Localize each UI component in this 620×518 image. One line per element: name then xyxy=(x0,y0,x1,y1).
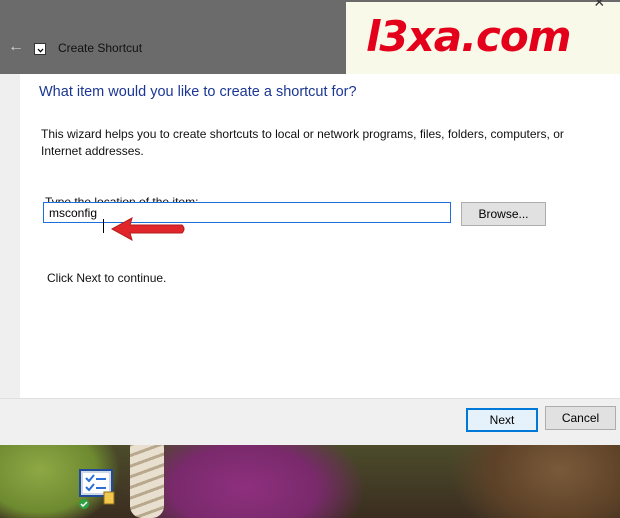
wizard-heading: What item would you like to create a sho… xyxy=(39,84,357,100)
location-input[interactable] xyxy=(43,202,451,223)
cancel-button[interactable]: Cancel xyxy=(545,406,616,430)
window-title: Create Shortcut xyxy=(58,41,143,55)
back-arrow-icon[interactable]: ← xyxy=(8,38,26,56)
desktop-msconfig-icon[interactable] xyxy=(76,466,120,510)
wizard-description: This wizard helps you to create shortcut… xyxy=(41,127,564,158)
wallpaper-rope xyxy=(130,436,164,518)
annotation-arrow xyxy=(110,216,185,242)
continue-hint: Click Next to continue. xyxy=(47,271,167,285)
text-caret xyxy=(103,219,104,233)
browse-button[interactable]: Browse... xyxy=(461,202,546,226)
wizard-left-edge xyxy=(0,74,20,444)
next-button[interactable]: Next xyxy=(466,408,538,432)
watermark-logo: l3xa.com xyxy=(366,12,572,61)
close-icon[interactable]: × xyxy=(594,0,605,13)
shortcut-app-icon xyxy=(34,43,46,55)
